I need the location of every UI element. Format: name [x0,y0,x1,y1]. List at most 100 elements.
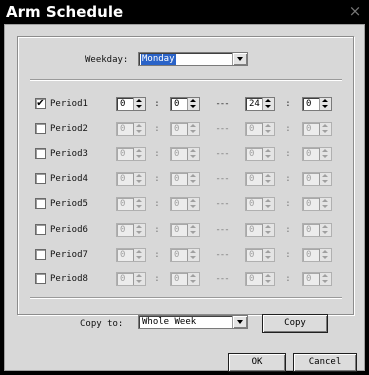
time-spinbox[interactable]: 0 [302,248,332,262]
spin-arrows-icon[interactable] [133,148,145,160]
copy-button[interactable]: Copy [262,314,328,333]
spin-arrows-icon[interactable] [133,249,145,261]
time-spinbox[interactable]: 0 [116,197,146,211]
time-spinbox[interactable]: 0 [170,248,200,262]
time-spinbox[interactable]: 0 [116,223,146,237]
time-value: 0 [249,174,255,184]
spin-arrows-icon[interactable] [133,198,145,210]
close-icon[interactable]: × [346,2,364,20]
spin-arrows-icon[interactable] [319,148,331,160]
chevron-down-icon[interactable] [232,53,247,65]
spin-arrows-icon[interactable] [133,173,145,185]
time-spinbox[interactable]: 0 [116,248,146,262]
time-value: 0 [120,124,126,134]
time-spinbox[interactable]: 0 [170,97,200,111]
spin-arrows-icon[interactable] [319,224,331,236]
time-spinbox[interactable]: 0 [245,147,275,161]
window-title: Arm Schedule [6,3,124,21]
time-spinbox[interactable]: 0 [245,197,275,211]
spin-arrows-icon[interactable] [133,273,145,285]
time-colon: : [285,124,291,134]
spin-arrows-icon[interactable] [187,198,199,210]
spin-arrows-icon[interactable] [262,224,274,236]
spin-arrows-icon[interactable] [262,173,274,185]
time-spinbox[interactable]: 0 [245,122,275,136]
period-label: Period1 [50,99,88,109]
period-checkbox[interactable] [35,173,46,184]
time-spinbox[interactable]: 24 [245,97,275,111]
time-value: 0 [174,225,180,235]
time-spinbox[interactable]: 0 [116,272,146,286]
spin-arrows-icon[interactable] [187,98,199,110]
time-value: 0 [174,149,180,159]
separator-bottom [30,297,342,299]
copy-to-value: Whole Week [142,317,197,327]
spin-arrows-icon[interactable] [319,249,331,261]
copy-to-dropdown[interactable]: Whole Week [138,315,248,329]
spin-arrows-icon[interactable] [133,98,145,110]
time-value: 0 [120,199,126,209]
title-bar[interactable]: Arm Schedule × [0,0,369,24]
time-spinbox[interactable]: 0 [302,122,332,136]
period-checkbox[interactable] [35,148,46,159]
time-spinbox[interactable]: 0 [170,197,200,211]
time-range-dash: --- [215,250,229,260]
time-spinbox[interactable]: 0 [302,97,332,111]
time-spinbox[interactable]: 0 [116,122,146,136]
spin-arrows-icon[interactable] [187,273,199,285]
time-spinbox[interactable]: 0 [302,172,332,186]
time-range-dash: --- [215,225,229,235]
time-spinbox[interactable]: 0 [245,172,275,186]
spin-arrows-icon[interactable] [319,198,331,210]
spin-arrows-icon[interactable] [319,123,331,135]
spin-arrows-icon[interactable] [187,224,199,236]
time-spinbox[interactable]: 0 [302,197,332,211]
time-spinbox[interactable]: 0 [170,272,200,286]
period-checkbox[interactable] [35,273,46,284]
spin-arrows-icon[interactable] [187,249,199,261]
weekday-dropdown[interactable]: Monday [138,52,248,66]
spin-arrows-icon[interactable] [262,273,274,285]
spin-arrows-icon[interactable] [319,98,331,110]
time-value: 0 [306,174,312,184]
chevron-down-icon[interactable] [232,316,247,328]
spin-arrows-icon[interactable] [262,123,274,135]
time-spinbox[interactable]: 0 [116,172,146,186]
time-spinbox[interactable]: 0 [170,223,200,237]
spin-arrows-icon[interactable] [262,249,274,261]
spin-arrows-icon[interactable] [187,148,199,160]
spin-arrows-icon[interactable] [262,148,274,160]
period-label: Period5 [50,199,88,209]
time-value: 0 [120,274,126,284]
time-colon: : [154,124,160,134]
spin-arrows-icon[interactable] [262,98,274,110]
spin-arrows-icon[interactable] [133,224,145,236]
spin-arrows-icon[interactable] [187,123,199,135]
separator-top [30,79,342,81]
period-checkbox-checked[interactable]: ✔ [35,98,46,109]
period-checkbox[interactable] [35,224,46,235]
time-spinbox[interactable]: 0 [245,223,275,237]
time-spinbox[interactable]: 0 [245,248,275,262]
spin-arrows-icon[interactable] [319,273,331,285]
spin-arrows-icon[interactable] [187,173,199,185]
time-spinbox[interactable]: 0 [170,122,200,136]
time-spinbox[interactable]: 0 [170,147,200,161]
cancel-button[interactable]: Cancel [293,353,357,372]
time-value: 0 [306,149,312,159]
period-checkbox[interactable] [35,123,46,134]
period-checkbox[interactable] [35,198,46,209]
time-spinbox[interactable]: 0 [302,272,332,286]
spin-arrows-icon[interactable] [262,198,274,210]
spin-arrows-icon[interactable] [319,173,331,185]
time-spinbox[interactable]: 0 [116,147,146,161]
time-spinbox[interactable]: 0 [170,172,200,186]
time-spinbox[interactable]: 0 [302,147,332,161]
time-spinbox[interactable]: 0 [302,223,332,237]
time-colon: : [154,149,160,159]
spin-arrows-icon[interactable] [133,123,145,135]
time-spinbox[interactable]: 0 [116,97,146,111]
ok-button[interactable]: OK [228,353,286,372]
period-checkbox[interactable] [35,249,46,260]
time-spinbox[interactable]: 0 [245,272,275,286]
